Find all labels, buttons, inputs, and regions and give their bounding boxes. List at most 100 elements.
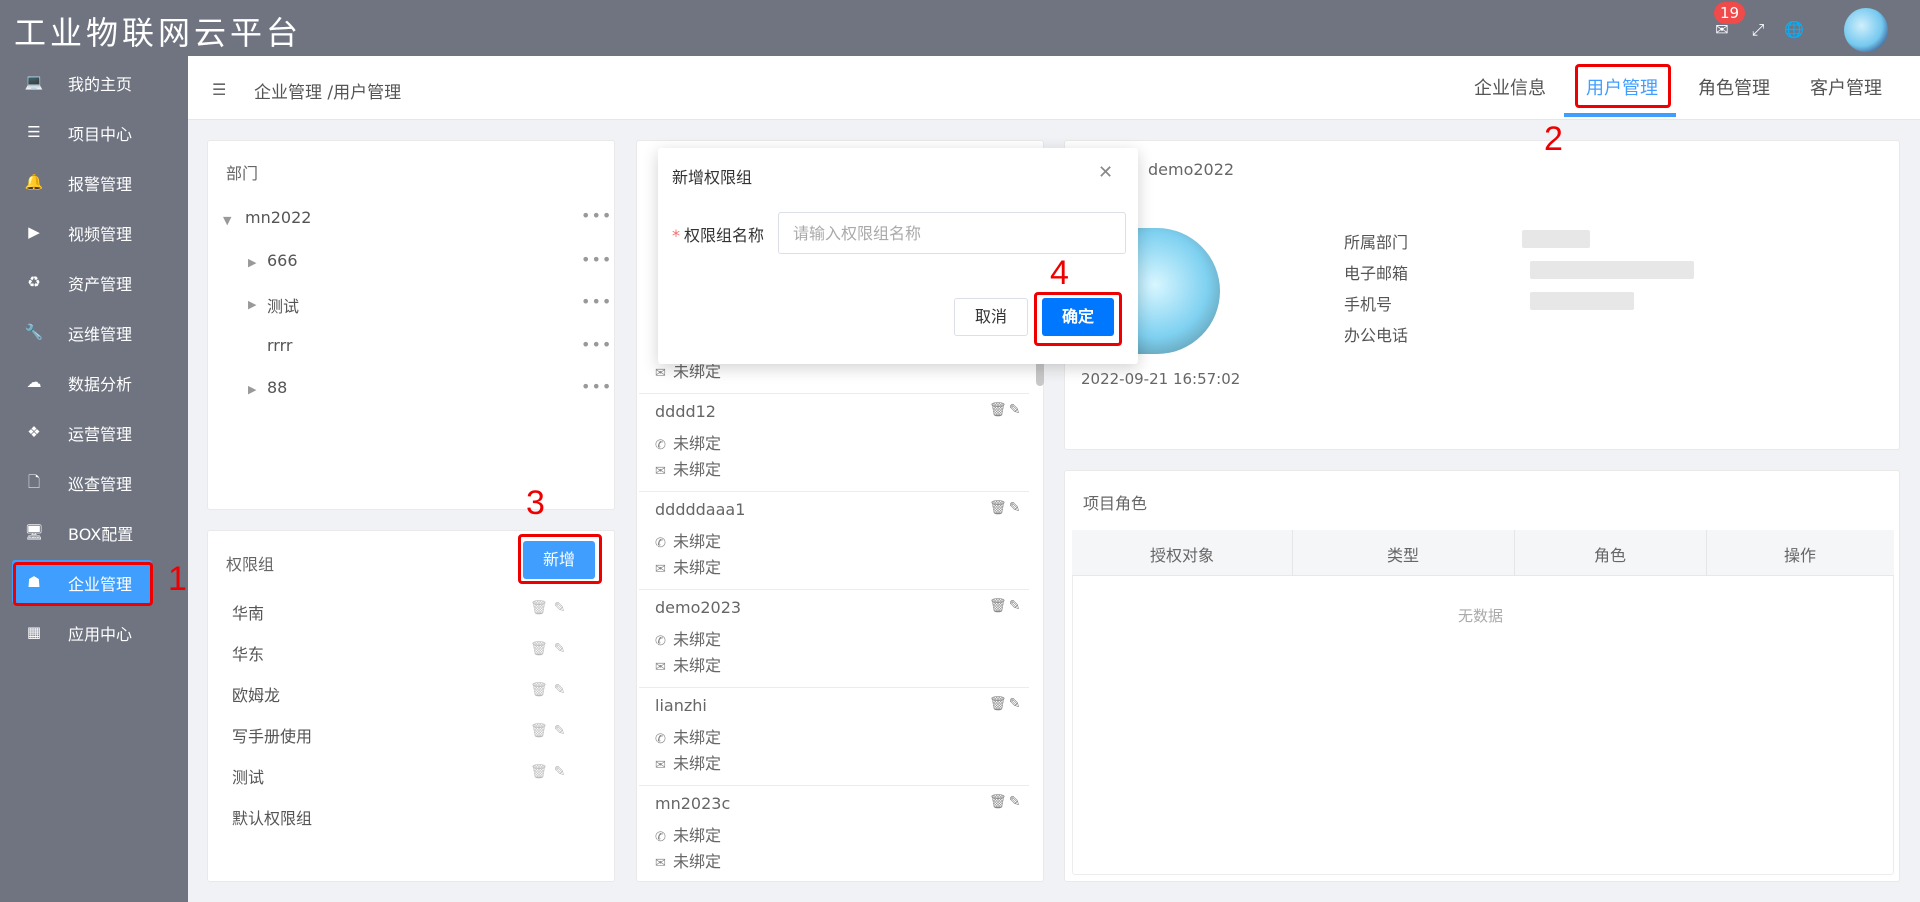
permission-group-item[interactable]: 写手册使用 bbox=[232, 723, 312, 747]
created-time: 2022-09-21 16:57:02 bbox=[1081, 370, 1241, 388]
sidebar-item-box-config[interactable]: 🖥 BOX配置 bbox=[12, 510, 152, 554]
sidebar-item-analytics[interactable]: ☁ 数据分析 bbox=[12, 360, 152, 404]
list-item[interactable]: dddddaaa1 🗑✎ ✆ 未绑定 ✉ 未绑定 bbox=[639, 492, 1029, 590]
sidebar-item-label: 项目中心 bbox=[68, 125, 133, 144]
more-icon[interactable]: ••• bbox=[581, 377, 612, 396]
list-item[interactable]: lianzhi 🗑✎ ✆ 未绑定 ✉ 未绑定 bbox=[639, 688, 1029, 786]
globe-icon[interactable]: 🌐 bbox=[1784, 20, 1804, 40]
delete-edit-icons[interactable]: 🗑✎ bbox=[530, 641, 572, 657]
tree-node[interactable]: 88 bbox=[267, 378, 287, 397]
permission-group-item[interactable]: 测试 bbox=[232, 764, 264, 788]
sidebar-item-label: 运营管理 bbox=[68, 425, 133, 444]
annotation-number: 3 bbox=[526, 484, 545, 522]
sidebar-item-inspection[interactable]: 🗋 巡查管理 bbox=[12, 460, 152, 504]
email-status: 未绑定 bbox=[673, 362, 722, 381]
mail-icon: ✉ bbox=[655, 856, 666, 871]
mail-icon: ✉ bbox=[655, 562, 666, 577]
department-label: 所属部门 bbox=[1344, 233, 1409, 252]
delete-edit-icons[interactable]: 🗑✎ bbox=[530, 723, 572, 739]
field-label-text: 权限组名称 bbox=[684, 226, 765, 245]
mail-icon: ✉ bbox=[655, 758, 666, 773]
more-icon[interactable]: ••• bbox=[581, 335, 612, 354]
desktop-icon: 🖥 bbox=[24, 523, 44, 541]
sidebar-item-label: 资产管理 bbox=[68, 275, 133, 294]
sidebar-item-home[interactable]: 💻 我的主页 bbox=[12, 60, 152, 104]
sidebar-item-assets[interactable]: ♻ 资产管理 bbox=[12, 260, 152, 304]
sidebar-item-maintenance[interactable]: 🔧 运维管理 bbox=[12, 310, 152, 354]
tree-node[interactable]: rrrr bbox=[267, 336, 292, 355]
tree-node[interactable]: 666 bbox=[267, 251, 298, 270]
permission-group-item[interactable]: 欧姆龙 bbox=[232, 682, 280, 706]
list-item[interactable]: mn2023c 🗑✎ ✆ 未绑定 ✉ 未绑定 bbox=[639, 786, 1029, 884]
file-icon: 🗋 bbox=[27, 473, 41, 491]
sidebar-item-operations[interactable]: ❖ 运营管理 bbox=[12, 410, 152, 454]
more-icon[interactable]: ••• bbox=[581, 250, 612, 269]
phone-status: 未绑定 bbox=[673, 532, 722, 551]
phone-status: 未绑定 bbox=[673, 826, 722, 845]
delete-edit-icons[interactable]: 🗑✎ bbox=[989, 500, 1023, 516]
delete-edit-icons[interactable]: 🗑✎ bbox=[530, 682, 572, 698]
menu-fold-icon[interactable]: ☰ bbox=[212, 80, 226, 99]
permission-group-item[interactable]: 华东 bbox=[232, 641, 264, 665]
permission-group-item[interactable]: 默认权限组 bbox=[232, 805, 312, 829]
tree-node[interactable]: 测试 bbox=[267, 293, 299, 317]
tab-role-management[interactable]: 角色管理 bbox=[1698, 74, 1770, 100]
user-name: demo2023 bbox=[655, 598, 742, 617]
top-bar: 工业物联网云平台 ✉ 19 ⤢ 🌐 bbox=[0, 0, 1920, 56]
user-name: lianzhi bbox=[655, 696, 707, 715]
delete-edit-icons[interactable]: 🗑✎ bbox=[989, 794, 1023, 810]
phone-status: 未绑定 bbox=[673, 434, 722, 453]
roles-table bbox=[1072, 530, 1894, 875]
caret-right-icon[interactable]: ▶ bbox=[248, 383, 256, 396]
bell-icon: 🔔 bbox=[24, 173, 44, 191]
sidebar-item-apps[interactable]: ▦ 应用中心 bbox=[12, 610, 152, 654]
cancel-button[interactable]: 取消 bbox=[954, 298, 1028, 336]
video-icon: ▶ bbox=[28, 223, 40, 241]
tab-customer-management[interactable]: 客户管理 bbox=[1810, 74, 1882, 100]
active-tab-indicator bbox=[1564, 113, 1676, 117]
annotation-box bbox=[518, 534, 602, 584]
user-name: dddd12 bbox=[655, 402, 716, 421]
delete-edit-icons[interactable]: 🗑✎ bbox=[989, 402, 1023, 418]
user-detail-name: demo2022 bbox=[1148, 160, 1235, 179]
permission-group-item[interactable]: 华南 bbox=[232, 600, 264, 624]
list-item[interactable]: demo2023 🗑✎ ✆ 未绑定 ✉ 未绑定 bbox=[639, 590, 1029, 688]
more-icon[interactable]: ••• bbox=[581, 206, 612, 225]
sidebar-item-projects[interactable]: ☰ 项目中心 bbox=[12, 110, 152, 154]
required-mark: * bbox=[672, 226, 680, 245]
close-icon[interactable]: ✕ bbox=[1098, 162, 1113, 183]
tab-enterprise-info[interactable]: 企业信息 bbox=[1474, 74, 1546, 100]
annotation-number: 1 bbox=[168, 560, 187, 598]
sidebar-item-alarms[interactable]: 🔔 报警管理 bbox=[12, 160, 152, 204]
phone-icon: ✆ bbox=[655, 732, 666, 747]
phone-icon: ✆ bbox=[655, 634, 666, 649]
delete-edit-icons[interactable]: 🗑✎ bbox=[530, 600, 572, 616]
email-status: 未绑定 bbox=[673, 460, 722, 479]
phone-icon: ✆ bbox=[655, 438, 666, 453]
fullscreen-icon[interactable]: ⤢ bbox=[1748, 20, 1768, 40]
cubes-icon: ❖ bbox=[27, 423, 41, 441]
caret-right-icon[interactable]: ▶ bbox=[248, 256, 256, 269]
sidebar-item-label: 视频管理 bbox=[68, 225, 133, 244]
field-label: * 权限组名称 bbox=[672, 222, 764, 246]
wrench-icon: 🔧 bbox=[24, 323, 44, 341]
more-icon[interactable]: ••• bbox=[581, 292, 612, 311]
caret-down-icon[interactable]: ▼ bbox=[223, 214, 231, 227]
user-avatar[interactable] bbox=[1844, 8, 1888, 52]
project-roles-title: 项目角色 bbox=[1083, 494, 1148, 513]
blurred-value bbox=[1530, 261, 1694, 279]
list-item[interactable]: dddd12 🗑✎ ✆ 未绑定 ✉ 未绑定 bbox=[639, 394, 1029, 492]
office-phone-label: 办公电话 bbox=[1344, 326, 1409, 345]
sidebar-item-video[interactable]: ▶ 视频管理 bbox=[12, 210, 152, 254]
phone-label: 手机号 bbox=[1344, 295, 1393, 314]
delete-edit-icons[interactable]: 🗑✎ bbox=[989, 598, 1023, 614]
group-name-input[interactable] bbox=[778, 212, 1126, 254]
annotation-box bbox=[13, 562, 153, 606]
caret-right-icon[interactable]: ▶ bbox=[248, 298, 256, 311]
delete-edit-icons[interactable]: 🗑✎ bbox=[989, 696, 1023, 712]
grid-icon: ▦ bbox=[26, 623, 42, 641]
delete-edit-icons[interactable]: 🗑✎ bbox=[530, 764, 572, 780]
annotation-number: 2 bbox=[1544, 120, 1563, 158]
recycle-icon: ♻ bbox=[27, 273, 41, 291]
tree-node[interactable]: mn2022 bbox=[245, 208, 311, 227]
